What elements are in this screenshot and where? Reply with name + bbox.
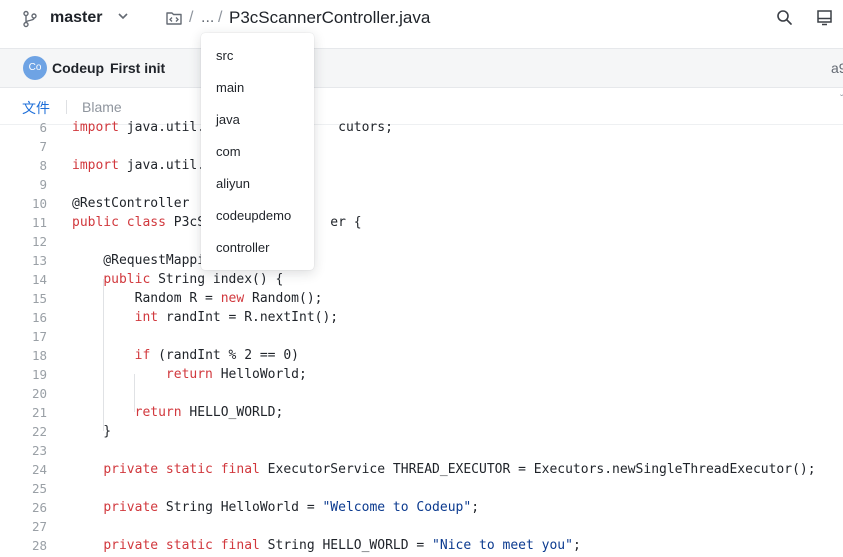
path-dropdown-item[interactable]: codeupdemo bbox=[216, 206, 291, 226]
line-number[interactable]: 10 bbox=[0, 194, 47, 213]
tab-file[interactable]: 文件 bbox=[22, 98, 50, 118]
tab-blame[interactable]: Blame bbox=[82, 99, 122, 115]
code-text: return HELLO_WORLD; bbox=[134, 405, 284, 420]
line-number[interactable]: 20 bbox=[0, 384, 47, 403]
line-number[interactable]: 9 bbox=[0, 175, 47, 194]
chevron-down-icon[interactable] bbox=[116, 9, 130, 23]
tab-divider bbox=[66, 100, 67, 114]
code-text: if (randInt % 2 == 0) bbox=[134, 348, 299, 363]
code-line: 8 import java.util. bbox=[0, 156, 843, 175]
code-line: 15 Random R = new Random(); bbox=[0, 289, 843, 308]
path-dropdown-item[interactable]: com bbox=[216, 142, 241, 162]
line-number[interactable]: 19 bbox=[0, 365, 47, 384]
repo-icon[interactable] bbox=[165, 9, 183, 27]
line-number[interactable]: 25 bbox=[0, 479, 47, 498]
line-number[interactable]: 6 bbox=[0, 118, 47, 137]
code-line: 6 import java.util. cutors; bbox=[0, 118, 843, 137]
code-text: Random R = new Random(); bbox=[72, 291, 323, 306]
code-text: private static final String HELLO_WORLD … bbox=[103, 538, 581, 553]
branch-selector[interactable]: master bbox=[50, 9, 102, 27]
panel-icon[interactable] bbox=[816, 9, 833, 26]
latest-commit-bar: Co Codeup First init a9 bbox=[0, 48, 843, 88]
commit-message[interactable]: First init bbox=[110, 60, 165, 76]
path-dropdown-item[interactable]: aliyun bbox=[216, 174, 250, 194]
line-number[interactable]: 14 bbox=[0, 270, 47, 289]
code-line: 16 int randInt = R.nextInt(); bbox=[0, 308, 843, 327]
line-number[interactable]: 15 bbox=[0, 289, 47, 308]
line-number[interactable]: 23 bbox=[0, 441, 47, 460]
code-text: return HelloWorld; bbox=[165, 367, 307, 382]
line-number[interactable]: 17 bbox=[0, 327, 47, 346]
code-line: 10 @RestController bbox=[0, 194, 843, 213]
code-line: 7 bbox=[0, 137, 843, 156]
line-number[interactable]: 18 bbox=[0, 346, 47, 365]
code-line: 26 private String HelloWorld = "Welcome … bbox=[0, 498, 843, 517]
code-line: 9 bbox=[0, 175, 843, 194]
line-number[interactable]: 22 bbox=[0, 422, 47, 441]
code-text: @RestController bbox=[72, 196, 190, 211]
breadcrumb-separator: / bbox=[189, 9, 194, 26]
breadcrumb-separator: / bbox=[218, 9, 223, 26]
line-number[interactable]: 13 bbox=[0, 251, 47, 270]
path-dropdown-item[interactable]: main bbox=[216, 78, 244, 98]
code-line: 13 @RequestMappi bbox=[0, 251, 843, 270]
code-line: 24 private static final ExecutorService … bbox=[0, 460, 843, 479]
line-number[interactable]: 16 bbox=[0, 308, 47, 327]
line-number[interactable]: 11 bbox=[0, 213, 47, 232]
line-number[interactable]: 24 bbox=[0, 460, 47, 479]
path-dropdown-item[interactable]: src bbox=[216, 46, 233, 66]
code-text: public String index() { bbox=[103, 272, 284, 287]
breadcrumb-file-name: P3cScannerController.java bbox=[229, 8, 431, 27]
code-line: 27 bbox=[0, 517, 843, 536]
code-line: 21 return HELLO_WORLD; bbox=[0, 403, 843, 422]
line-number[interactable]: 8 bbox=[0, 156, 47, 175]
code-text: } bbox=[72, 424, 112, 439]
commit-hash[interactable]: a9 bbox=[831, 60, 843, 76]
code-line: 14 public String index() { bbox=[0, 270, 843, 289]
path-dropdown-item[interactable]: controller bbox=[216, 238, 269, 258]
code-line: 25 bbox=[0, 479, 843, 498]
line-number[interactable]: 27 bbox=[0, 517, 47, 536]
line-number[interactable]: 21 bbox=[0, 403, 47, 422]
code-line: 12 bbox=[0, 232, 843, 251]
line-number[interactable]: 26 bbox=[0, 498, 47, 517]
commit-author[interactable]: Codeup bbox=[52, 60, 104, 76]
code-line: 23 bbox=[0, 441, 843, 460]
search-icon[interactable] bbox=[776, 9, 793, 26]
line-number[interactable]: 7 bbox=[0, 137, 47, 156]
file-header: master / ... / P3cScannerController.java bbox=[0, 0, 843, 36]
code-text: @RequestMappi bbox=[72, 253, 206, 268]
line-number[interactable]: 28 bbox=[0, 536, 47, 555]
code-line: 11 public class P3cS er { bbox=[0, 213, 843, 232]
branch-icon bbox=[23, 10, 37, 28]
code-text: int randInt = R.nextInt(); bbox=[134, 310, 339, 325]
code-line: 18 if (randInt % 2 == 0) bbox=[0, 346, 843, 365]
code-viewer: 6 import java.util. cutors; 7 8 import java.… bbox=[0, 118, 843, 557]
breadcrumb-ellipsis[interactable]: ... bbox=[201, 9, 214, 27]
code-line: 22 } bbox=[0, 422, 843, 441]
code-line: 17 bbox=[0, 327, 843, 346]
code-text: private String HelloWorld = "Welcome to … bbox=[103, 500, 480, 515]
code-line: 19 return HelloWorld; bbox=[0, 365, 843, 384]
path-dropdown-item[interactable]: java bbox=[216, 110, 240, 130]
code-line: 28 private static final String HELLO_WOR… bbox=[0, 536, 843, 555]
avatar: Co bbox=[23, 56, 47, 80]
breadcrumb-path-dropdown: src main java com aliyun codeupdemo controller bbox=[201, 33, 314, 270]
code-text: private static final ExecutorService THR… bbox=[103, 462, 816, 477]
code-text: import java.util. bbox=[72, 158, 206, 173]
line-number[interactable]: 12 bbox=[0, 232, 47, 251]
code-line: 20 bbox=[0, 384, 843, 403]
